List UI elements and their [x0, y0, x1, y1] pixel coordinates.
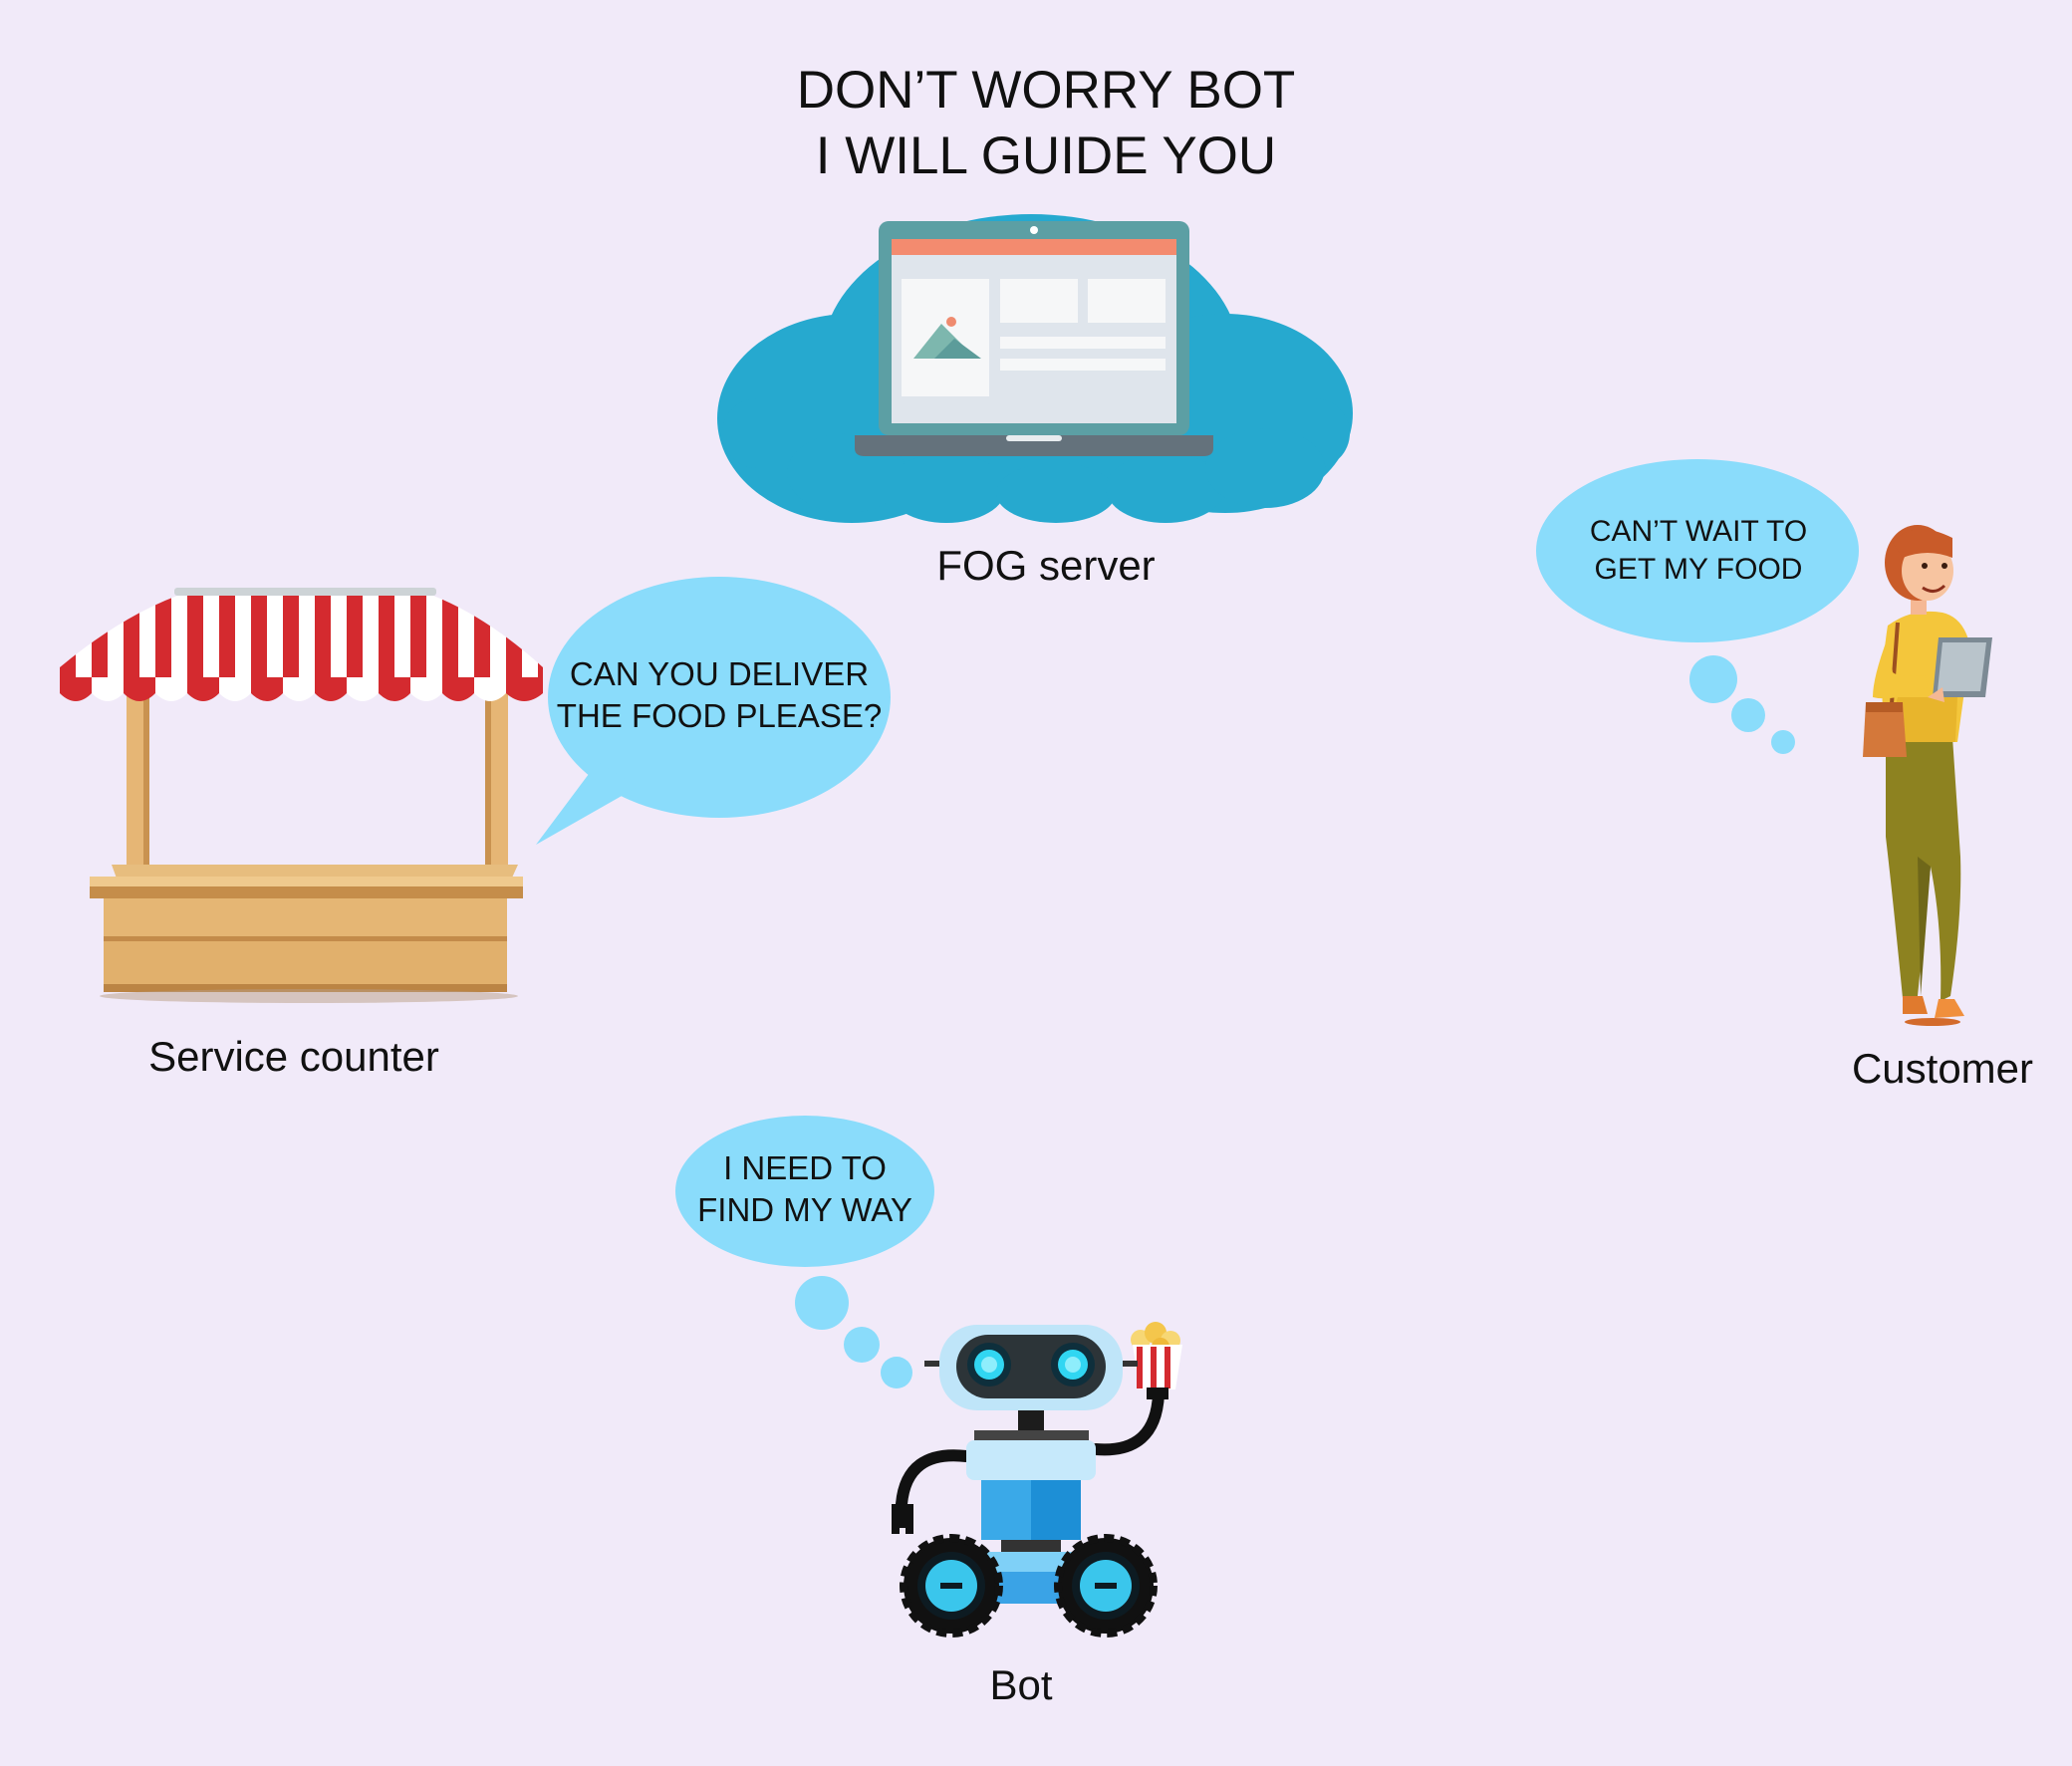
- page-title: DON’T WORRY BOT I WILL GUIDE YOU: [737, 58, 1355, 189]
- popcorn-icon: [1131, 1322, 1182, 1399]
- bot-thought-line-2: FIND MY WAY: [697, 1191, 912, 1228]
- bot-thought-text: I NEED TO FIND MY WAY: [665, 1147, 944, 1231]
- robot-icon: [892, 1322, 1182, 1638]
- wheel-right-icon: [1054, 1534, 1158, 1638]
- customer-thought-line-1: CAN’T WAIT TO: [1589, 515, 1808, 548]
- page-title-line-2: I WILL GUIDE YOU: [815, 126, 1277, 185]
- market-stall-icon: [60, 588, 543, 1003]
- page-title-line-1: DON’T WORRY BOT: [796, 61, 1296, 120]
- scene-graphics: [60, 214, 1992, 1638]
- diagram-canvas: DON’T WORRY BOT I WILL GUIDE YOU FOG ser…: [0, 0, 2072, 1766]
- customer-thought-text: CAN’T WAIT TO GET MY FOOD: [1539, 513, 1858, 589]
- wheel-left-icon: [900, 1534, 1003, 1638]
- bot-thought-line-1: I NEED TO: [723, 1149, 887, 1186]
- counter-speech-line-2: THE FOOD PLEASE?: [556, 697, 883, 734]
- counter-speech-text: CAN YOU DELIVER THE FOOD PLEASE?: [540, 653, 899, 737]
- cloud-laptop-icon: [717, 214, 1353, 523]
- customer-thought-line-2: GET MY FOOD: [1594, 553, 1803, 586]
- laptop-icon: [855, 221, 1213, 456]
- woman-with-tablet-icon: [1863, 525, 1992, 1026]
- customer-thought-bubble: [1536, 459, 1859, 754]
- counter-speech-line-1: CAN YOU DELIVER: [569, 655, 870, 692]
- fog-server-label: FOG server: [936, 542, 1156, 589]
- bot-label: Bot: [989, 1661, 1053, 1708]
- customer-label: Customer: [1851, 1045, 2034, 1092]
- service-counter-label: Service counter: [148, 1033, 439, 1080]
